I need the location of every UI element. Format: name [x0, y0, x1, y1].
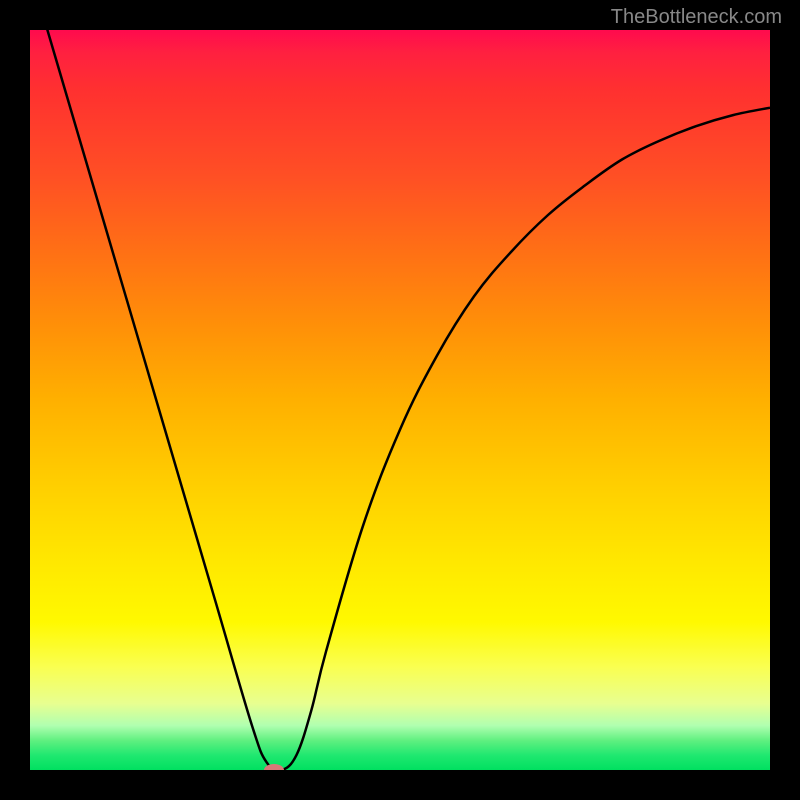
watermark-text: TheBottleneck.com	[611, 6, 782, 29]
chart-area	[30, 30, 770, 770]
bottleneck-curve-path	[30, 30, 770, 770]
curve-svg	[30, 30, 770, 770]
minimum-marker	[264, 764, 284, 770]
